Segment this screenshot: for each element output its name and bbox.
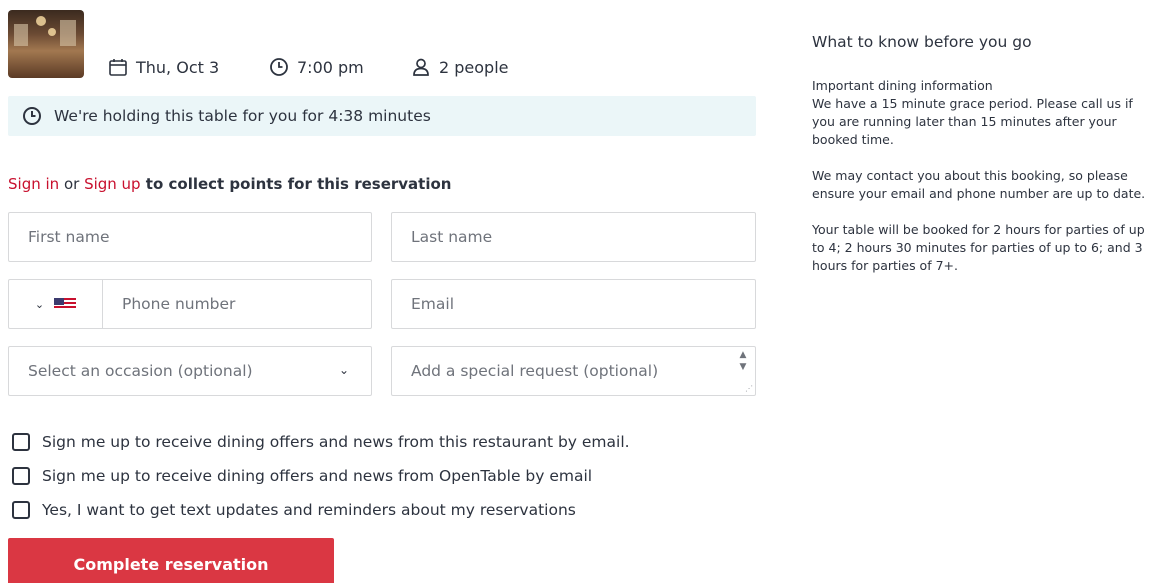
reservation-party-text: 2 people (439, 57, 509, 77)
clock-icon (270, 58, 288, 76)
first-name-placeholder: First name (28, 228, 110, 246)
info-table-duration: Your table will be booked for 2 hours fo… (812, 222, 1145, 273)
last-name-field[interactable]: Last name (391, 212, 756, 262)
resize-handle-icon[interactable]: ⋰ (745, 384, 753, 393)
scroll-down-icon[interactable]: ▼ (740, 361, 747, 373)
last-name-placeholder: Last name (411, 228, 493, 246)
sign-up-link[interactable]: Sign up (84, 175, 141, 193)
reservation-date-text: Thu, Oct 3 (136, 57, 220, 77)
info-subtitle: Important dining information (812, 78, 993, 93)
chevron-down-icon: ⌄ (338, 363, 349, 377)
restaurant-photo (8, 10, 84, 78)
phone-field-group: ⌄ Phone number (8, 279, 372, 329)
reservation-date: Thu, Oct 3 (108, 55, 219, 79)
sign-in-link[interactable]: Sign in (8, 175, 59, 193)
special-request-textarea[interactable]: Add a special request (optional) ▲ ▼ ⋰ (391, 346, 756, 396)
reservation-party: 2 people (411, 55, 509, 79)
checkbox-restaurant-offers[interactable]: Sign me up to receive dining offers and … (12, 432, 630, 452)
reservation-time-text: 7:00 pm (297, 57, 364, 77)
phone-placeholder: Phone number (122, 295, 236, 313)
country-code-select[interactable]: ⌄ (9, 280, 103, 328)
checkbox-label: Sign me up to receive dining offers and … (42, 433, 630, 451)
occasion-select[interactable]: Select an occasion (optional) ⌄ (8, 346, 372, 396)
checkbox-box[interactable] (12, 501, 30, 519)
email-placeholder: Email (411, 295, 455, 313)
special-request-placeholder: Add a special request (optional) (411, 362, 659, 380)
checkbox-text-updates[interactable]: Yes, I want to get text updates and remi… (12, 500, 576, 520)
hold-timer-banner: We're holding this table for you for 4:3… (8, 96, 756, 136)
checkbox-label: Sign me up to receive dining offers and … (42, 467, 593, 485)
info-title: What to know before you go (812, 33, 1032, 51)
hold-timer-text: We're holding this table for you for 4:3… (54, 107, 431, 125)
signin-prompt: Sign in or Sign up to collect points for… (8, 175, 451, 193)
checkbox-box[interactable] (12, 433, 30, 451)
us-flag-icon (54, 298, 77, 310)
chevron-down-icon: ⌄ (34, 297, 45, 311)
calendar-icon (109, 59, 127, 76)
dining-info-panel: What to know before you go Important din… (812, 33, 1157, 293)
occasion-placeholder: Select an occasion (optional) (28, 362, 253, 380)
checkbox-label: Yes, I want to get text updates and remi… (42, 501, 576, 519)
reservation-time: 7:00 pm (269, 55, 364, 79)
email-field[interactable]: Email (391, 279, 756, 329)
scroll-up-icon[interactable]: ▲ (740, 349, 747, 361)
phone-number-input[interactable]: Phone number (103, 295, 235, 313)
info-contact: We may contact you about this booking, s… (812, 168, 1146, 201)
signin-rest: to collect points for this reservation (140, 175, 452, 193)
first-name-field[interactable]: First name (8, 212, 372, 262)
signin-or: or (59, 175, 85, 193)
checkbox-box[interactable] (12, 467, 30, 485)
info-grace-period: We have a 15 minute grace period. Please… (812, 96, 1133, 147)
complete-reservation-button[interactable]: Complete reservation (8, 538, 334, 583)
checkbox-opentable-offers[interactable]: Sign me up to receive dining offers and … (12, 466, 592, 486)
timer-icon (23, 107, 41, 125)
person-icon (413, 58, 429, 76)
